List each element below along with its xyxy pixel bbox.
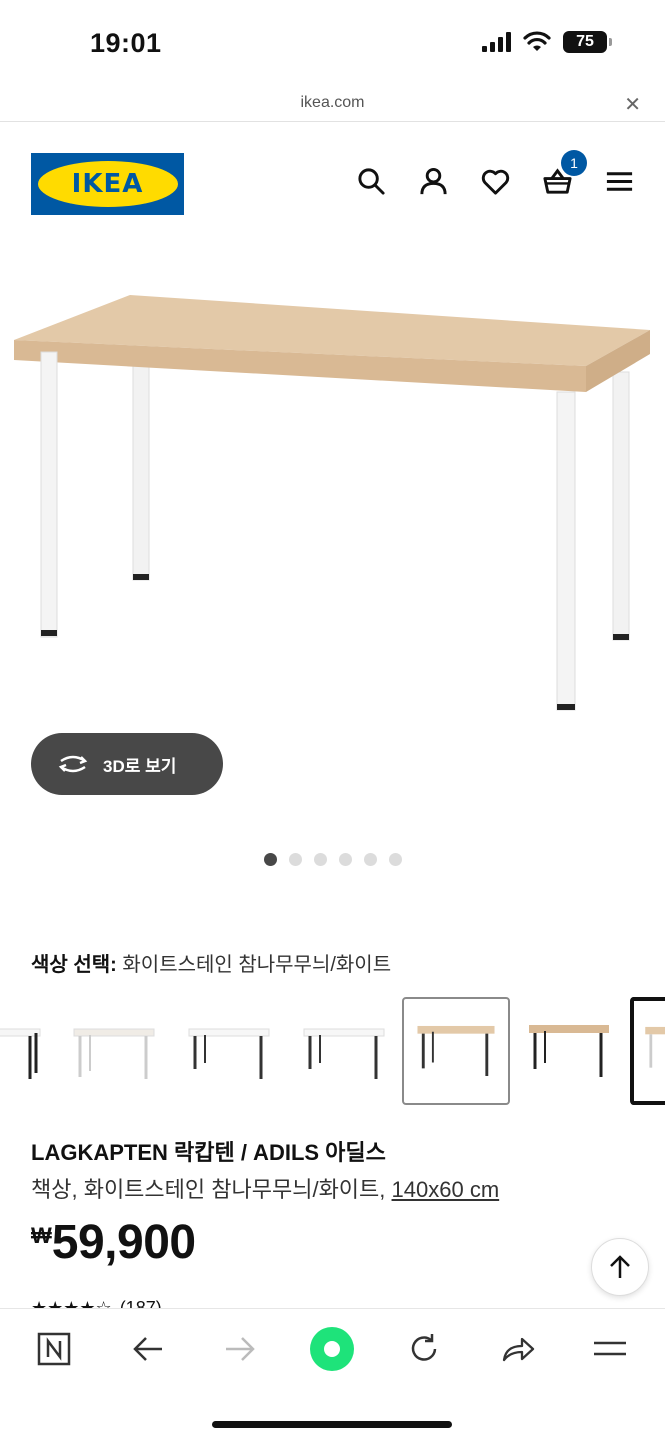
rotate-3d-icon — [58, 755, 88, 773]
desk-leg-front-left — [40, 351, 58, 638]
carousel-dots — [264, 853, 402, 866]
header-icons: 1 — [356, 150, 635, 197]
close-icon[interactable]: ✕ — [624, 92, 641, 117]
wifi-icon — [523, 31, 551, 51]
color-variant-list — [0, 997, 665, 1107]
url-bar[interactable]: ikea.com ✕ — [0, 88, 665, 122]
carousel-dot[interactable] — [264, 853, 277, 866]
logo-text: IKEA — [71, 169, 144, 199]
battery-icon: 75 — [563, 31, 612, 53]
reload-icon — [411, 1334, 437, 1361]
arrow-up-icon — [610, 1255, 630, 1278]
variant-thumb[interactable] — [515, 997, 623, 1105]
color-value: 화이트스테인 참나무무늬/화이트 — [122, 954, 392, 976]
variant-thumb[interactable] — [175, 997, 283, 1105]
view-3d-label: 3D로 보기 — [103, 756, 177, 776]
share-button[interactable] — [496, 1327, 540, 1371]
desk-leg-back-left — [132, 351, 150, 581]
variant-thumb[interactable] — [290, 997, 398, 1105]
color-label: 색상 선택: — [31, 954, 117, 976]
product-name: LAGKAPTEN 락캅텐 / ADILS 아딜스 — [31, 1140, 386, 1165]
menu-icon[interactable] — [604, 166, 635, 197]
menu-lines-icon — [594, 1341, 626, 1356]
share-icon — [502, 1337, 535, 1362]
product-description: 책상, 화이트스테인 참나무무늬/화이트, 140x60 cm — [31, 1172, 499, 1204]
browser-menu-button[interactable] — [588, 1327, 632, 1371]
product-image[interactable] — [0, 242, 665, 762]
carousel-dot[interactable] — [339, 853, 352, 866]
naver-home-button[interactable] — [32, 1327, 76, 1371]
product-description-text: 책상, 화이트스테인 참나무무늬/화이트, — [31, 1177, 386, 1202]
reload-button[interactable] — [402, 1327, 446, 1371]
color-selection: 색상 선택: 화이트스테인 참나무무늬/화이트 — [31, 948, 391, 977]
cellular-signal-icon — [482, 32, 511, 52]
desk-leg-front-right — [556, 391, 576, 711]
status-bar: 19:01 75 — [0, 0, 665, 88]
carousel-dot[interactable] — [289, 853, 302, 866]
product-size-link[interactable]: 140x60 cm — [392, 1177, 500, 1202]
carousel-dot[interactable] — [389, 853, 402, 866]
green-dot-button[interactable] — [306, 1323, 358, 1375]
home-indicator — [212, 1421, 452, 1428]
price-currency: ₩ — [31, 1223, 52, 1248]
cart-button[interactable]: 1 — [542, 150, 587, 197]
forward-arrow-icon — [226, 1337, 255, 1361]
search-icon[interactable] — [356, 166, 387, 197]
back-button[interactable] — [126, 1327, 170, 1371]
status-time: 19:01 — [90, 28, 162, 58]
cart-badge: 1 — [561, 150, 587, 176]
view-3d-button[interactable]: 3D로 보기 — [31, 733, 223, 795]
scroll-to-top-button[interactable] — [591, 1238, 649, 1296]
product-price: ₩ 59,900 — [31, 1215, 196, 1270]
ikea-logo[interactable]: IKEA — [31, 153, 184, 215]
green-dot-icon — [310, 1327, 354, 1371]
logo-oval: IKEA — [37, 161, 178, 207]
variant-thumb-selected[interactable] — [402, 997, 510, 1105]
status-icons: 75 — [482, 31, 612, 53]
desk-leg-back-right — [612, 371, 630, 641]
naver-icon — [37, 1332, 71, 1366]
carousel-dot[interactable] — [364, 853, 377, 866]
variant-thumb[interactable] — [0, 997, 48, 1105]
heart-icon[interactable] — [480, 166, 511, 197]
carousel-dot[interactable] — [314, 853, 327, 866]
price-value: 59,900 — [51, 1216, 196, 1269]
user-icon[interactable] — [418, 166, 449, 197]
url-text[interactable]: ikea.com — [0, 94, 665, 112]
browser-toolbar — [0, 1308, 665, 1440]
battery-level: 75 — [576, 33, 594, 50]
forward-button[interactable] — [218, 1327, 262, 1371]
variant-thumb[interactable] — [60, 997, 168, 1105]
back-arrow-icon — [133, 1337, 162, 1361]
site-header: IKEA 1 — [0, 122, 665, 242]
variant-thumb[interactable] — [630, 997, 665, 1105]
